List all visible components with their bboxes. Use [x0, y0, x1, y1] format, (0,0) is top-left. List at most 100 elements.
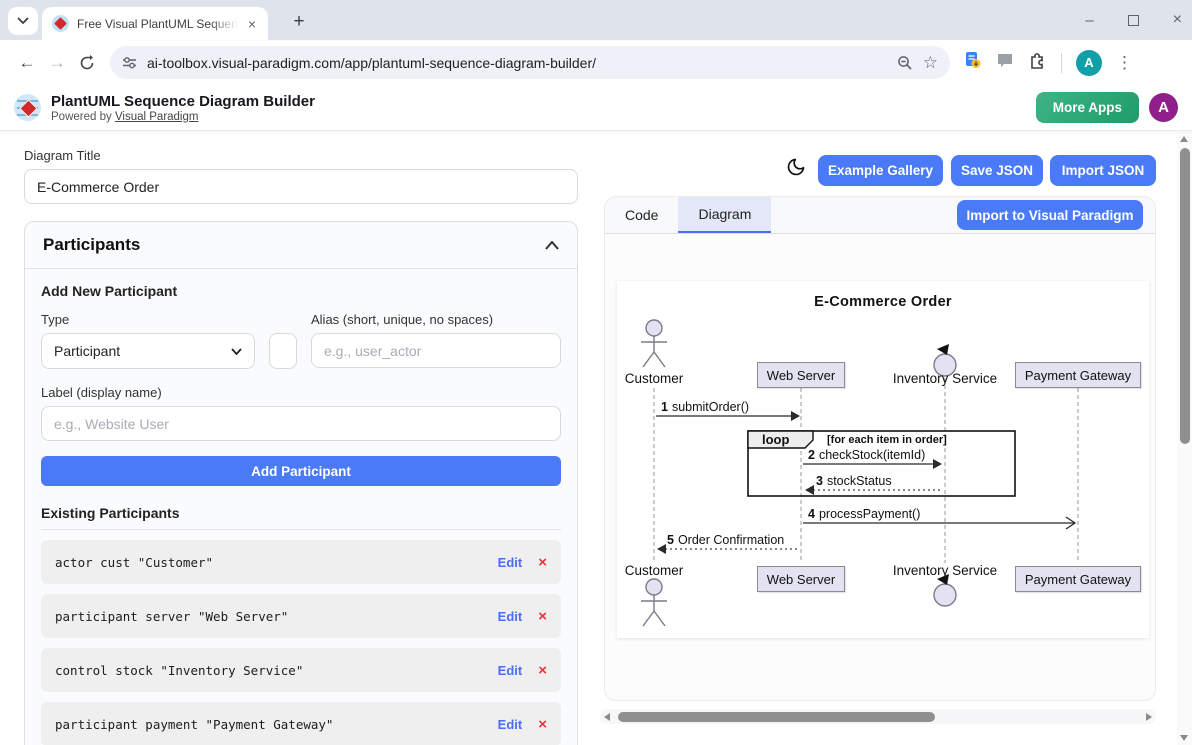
diagram-title-input[interactable]: [24, 169, 578, 204]
scroll-right-arrow[interactable]: [1146, 713, 1152, 721]
edit-participant-button[interactable]: Edit: [498, 555, 523, 570]
alias-label: Alias (short, unique, no spaces): [311, 312, 561, 327]
scroll-down-arrow[interactable]: [1180, 735, 1188, 741]
display-name-input[interactable]: [41, 406, 561, 441]
message-5-label: Order Confirmation: [678, 533, 784, 547]
participant-box-payment-gateway-bottom: Payment Gateway: [1015, 566, 1141, 592]
remove-participant-icon[interactable]: ×: [538, 554, 547, 571]
tab-title: Free Visual PlantUML Sequence: [77, 17, 238, 31]
reload-button[interactable]: [72, 48, 102, 78]
save-json-button[interactable]: Save JSON: [951, 155, 1043, 186]
browser-toolbar: ← → ai-toolbox.visual-paradigm.com/app/p…: [0, 40, 1192, 85]
add-new-participant-heading: Add New Participant: [41, 283, 561, 299]
app-header: PlantUML Sequence Diagram Builder Powere…: [0, 85, 1192, 131]
back-button[interactable]: ←: [12, 48, 42, 78]
participant-row: participant server "Web Server" Edit ×: [41, 594, 561, 638]
visual-paradigm-logo: [14, 94, 41, 121]
moon-icon: [786, 157, 806, 177]
participant-row: control stock "Inventory Service" Edit ×: [41, 648, 561, 692]
site-settings-icon[interactable]: [122, 56, 137, 69]
participant-row: actor cust "Customer" Edit ×: [41, 540, 561, 584]
message-1-label: submitOrder(): [672, 400, 749, 414]
message-3-label: stockStatus: [827, 474, 892, 488]
browser-profile-avatar[interactable]: A: [1076, 50, 1102, 76]
participant-box-web-server-bottom: Web Server: [757, 566, 845, 592]
remove-participant-icon[interactable]: ×: [538, 608, 547, 625]
remove-participant-icon[interactable]: ×: [538, 662, 547, 679]
new-tab-button[interactable]: +: [286, 9, 312, 35]
address-bar[interactable]: ai-toolbox.visual-paradigm.com/app/plant…: [110, 46, 950, 79]
dark-mode-toggle[interactable]: [782, 153, 810, 181]
participant-code: control stock "Inventory Service": [55, 663, 498, 678]
participant-color-box[interactable]: [269, 333, 297, 369]
browser-tab[interactable]: Free Visual PlantUML Sequence ×: [42, 7, 268, 40]
browser-menu-icon[interactable]: ⋮: [1116, 53, 1133, 73]
window-minimize-button[interactable]: –: [1085, 12, 1093, 29]
alias-input[interactable]: [311, 333, 561, 368]
message-2-number: 2: [808, 448, 815, 462]
visual-paradigm-link[interactable]: Visual Paradigm: [115, 111, 199, 123]
zoom-out-icon[interactable]: [897, 55, 913, 71]
window-maximize-button[interactable]: [1128, 15, 1139, 26]
type-select[interactable]: Participant: [41, 333, 255, 369]
vertical-scroll-thumb[interactable]: [1180, 148, 1190, 444]
window-controls: – ×: [1085, 0, 1182, 40]
import-json-button[interactable]: Import JSON: [1050, 155, 1156, 186]
more-apps-button[interactable]: More Apps: [1036, 92, 1139, 123]
diagram-horizontal-scrollbar[interactable]: [600, 709, 1156, 724]
edit-participant-button[interactable]: Edit: [498, 663, 523, 678]
add-participant-button[interactable]: Add Participant: [41, 456, 561, 486]
extensions-puzzle-icon[interactable]: [1028, 51, 1047, 75]
tab-diagram[interactable]: Diagram: [678, 197, 771, 233]
diagram-viewport[interactable]: E-Commerce Order Customer Web Server Inv…: [605, 234, 1155, 700]
right-panel: Example Gallery Save JSON Import JSON Co…: [600, 131, 1156, 745]
participant-row: participant payment "Payment Gateway" Ed…: [41, 702, 561, 745]
existing-divider: [41, 529, 561, 530]
message-1-number: 1: [661, 400, 668, 414]
example-gallery-button[interactable]: Example Gallery: [818, 155, 943, 186]
left-panel: Diagram Title Participants Add New Parti…: [24, 131, 578, 745]
message-1: 1 submitOrder(): [661, 400, 749, 414]
loop-condition: [for each item in order]: [827, 434, 947, 446]
edit-participant-button[interactable]: Edit: [498, 609, 523, 624]
tab-search-button[interactable]: [8, 7, 38, 35]
type-select-value: Participant: [54, 343, 120, 359]
docs-extension-icon[interactable]: [964, 51, 982, 74]
participant-label-inventory-service-bottom: Inventory Service: [893, 563, 997, 578]
window-close-button[interactable]: ×: [1173, 11, 1182, 29]
participant-label-customer: Customer: [625, 371, 684, 386]
powered-by-text: Powered by: [51, 111, 112, 123]
edit-participant-button[interactable]: Edit: [498, 717, 523, 732]
tab-code[interactable]: Code: [605, 197, 678, 233]
message-4-label: processPayment(): [819, 507, 920, 521]
scroll-left-arrow[interactable]: [604, 713, 610, 721]
participant-code: actor cust "Customer": [55, 555, 498, 570]
toolbar-divider: [1061, 53, 1062, 73]
chevron-up-icon[interactable]: [545, 241, 559, 250]
scroll-up-arrow[interactable]: [1180, 136, 1188, 142]
import-to-visual-paradigm-button[interactable]: Import to Visual Paradigm: [957, 200, 1143, 230]
diagram-card: Code Diagram Import to Visual Paradigm: [604, 196, 1156, 701]
message-2: 2 checkStock(itemId): [808, 448, 925, 462]
powered-by: Powered by Visual Paradigm: [51, 111, 315, 123]
participants-card: Participants Add New Participant Type Pa…: [24, 221, 578, 745]
remove-participant-icon[interactable]: ×: [538, 716, 547, 733]
comment-extension-icon[interactable]: [996, 52, 1014, 74]
bookmark-star-icon[interactable]: ☆: [923, 53, 938, 73]
participants-card-header[interactable]: Participants: [25, 222, 577, 268]
app-title: PlantUML Sequence Diagram Builder: [51, 93, 315, 110]
app-user-avatar[interactable]: A: [1149, 93, 1178, 122]
type-label: Type: [41, 312, 255, 327]
participant-label-inventory-service: Inventory Service: [893, 371, 997, 386]
url-text[interactable]: ai-toolbox.visual-paradigm.com/app/plant…: [147, 55, 887, 71]
tab-close-icon[interactable]: ×: [246, 16, 258, 32]
chevron-down-icon: [17, 17, 29, 25]
message-4-number: 4: [808, 507, 815, 521]
message-5: 5Order Confirmation: [667, 533, 784, 547]
page-vertical-scrollbar[interactable]: [1177, 132, 1192, 745]
loop-keyword: loop: [762, 432, 789, 447]
diagram-title: E-Commerce Order: [617, 294, 1149, 310]
forward-button[interactable]: →: [42, 48, 72, 78]
horizontal-scroll-thumb[interactable]: [618, 712, 935, 722]
message-2-label: checkStock(itemId): [819, 448, 925, 462]
